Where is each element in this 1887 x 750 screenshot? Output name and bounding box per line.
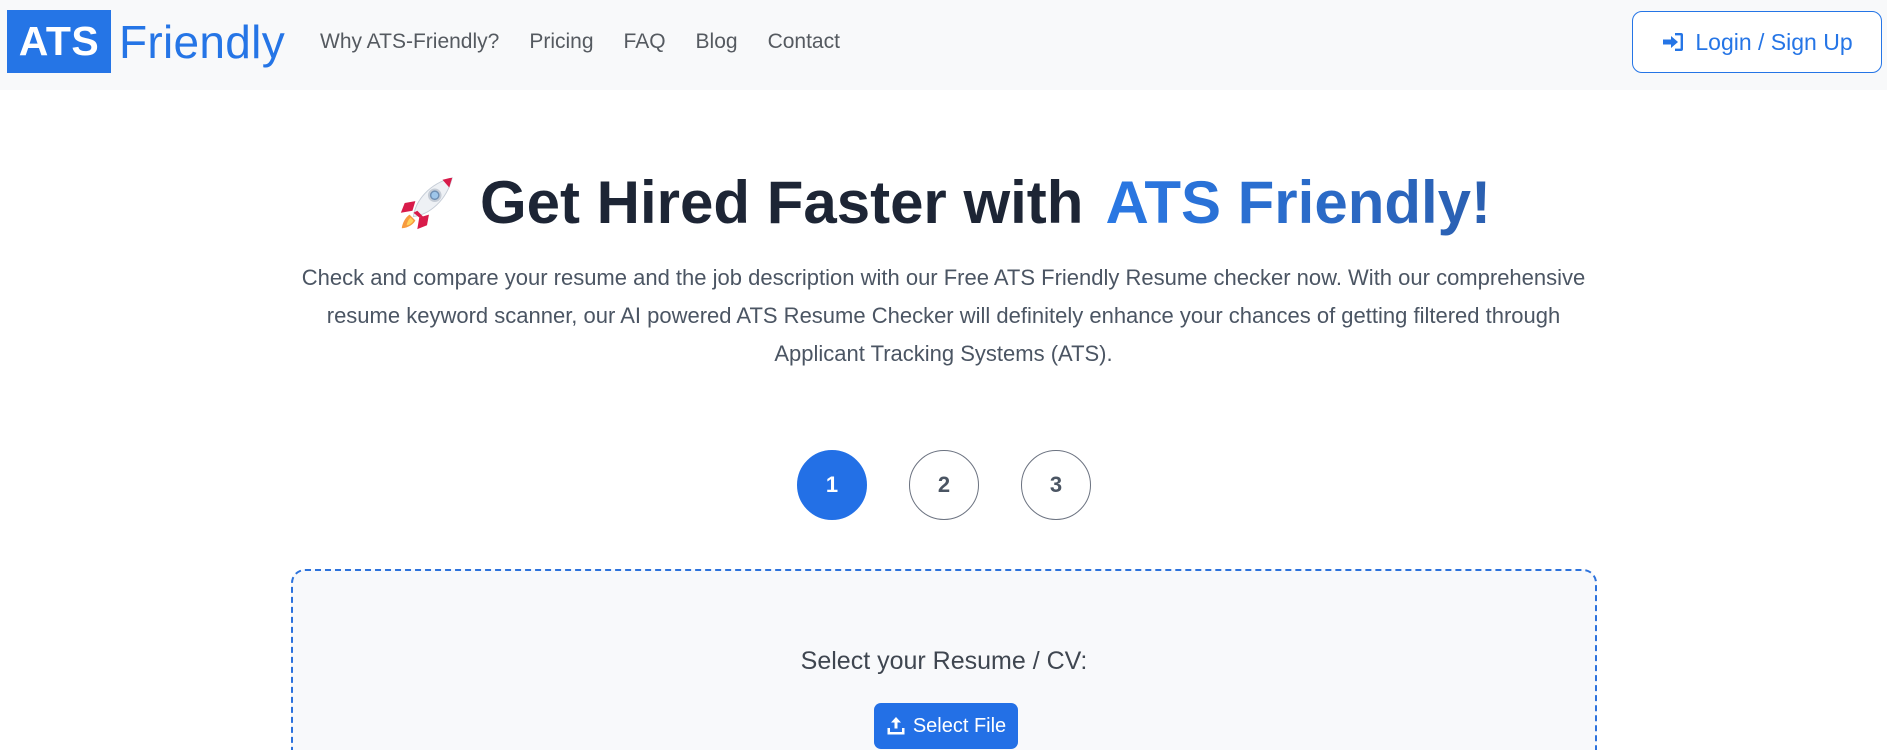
rocket-icon	[400, 177, 453, 230]
nav-item-why: Why ATS-Friendly?	[320, 30, 499, 54]
nav-item-pricing: Pricing	[529, 30, 593, 54]
step-3[interactable]: 3	[1021, 450, 1091, 520]
nav-link-why-ats-friendly[interactable]: Why ATS-Friendly?	[320, 30, 499, 53]
nav-link-contact[interactable]: Contact	[768, 30, 840, 53]
sign-in-icon	[1663, 33, 1684, 51]
nav-link-faq[interactable]: FAQ	[624, 30, 666, 53]
select-file-label: Select File	[912, 714, 1007, 737]
logo[interactable]: ATS Friendly	[7, 10, 285, 73]
select-file-button[interactable]: Select File	[874, 703, 1018, 749]
title-accent: ATS Friendly!	[1105, 169, 1492, 236]
step-indicator: 1 2 3	[797, 450, 1091, 520]
resume-upload-dropzone[interactable]: Select your Resume / CV: Select File	[291, 569, 1597, 750]
login-signup-button[interactable]: Login / Sign Up	[1632, 11, 1882, 73]
hero-description: Check and compare your resume and the jo…	[301, 265, 1586, 366]
upload-icon	[887, 717, 905, 735]
upload-label: Select your Resume / CV:	[800, 647, 1088, 675]
nav-link-blog[interactable]: Blog	[696, 30, 738, 53]
title-main: Get Hired Faster with	[479, 169, 1084, 236]
step-2[interactable]: 2	[909, 450, 979, 520]
nav-links: Why ATS-Friendly? Pricing FAQ Blog Conta…	[320, 0, 840, 84]
logo-box: ATS	[7, 10, 111, 73]
logo-text: Friendly	[119, 15, 286, 68]
nav-item-contact: Contact	[768, 30, 840, 54]
nav-item-faq: FAQ	[624, 30, 666, 54]
nav-link-pricing[interactable]: Pricing	[529, 30, 593, 53]
nav-item-blog: Blog	[696, 30, 738, 54]
navbar: ATS Friendly Why ATS-Friendly? Pricing F…	[0, 0, 1887, 90]
step-1[interactable]: 1	[797, 450, 867, 520]
login-signup-label: Login / Sign Up	[1695, 28, 1853, 55]
page-title: Get Hired Faster with ATS Friendly!	[0, 168, 1887, 238]
